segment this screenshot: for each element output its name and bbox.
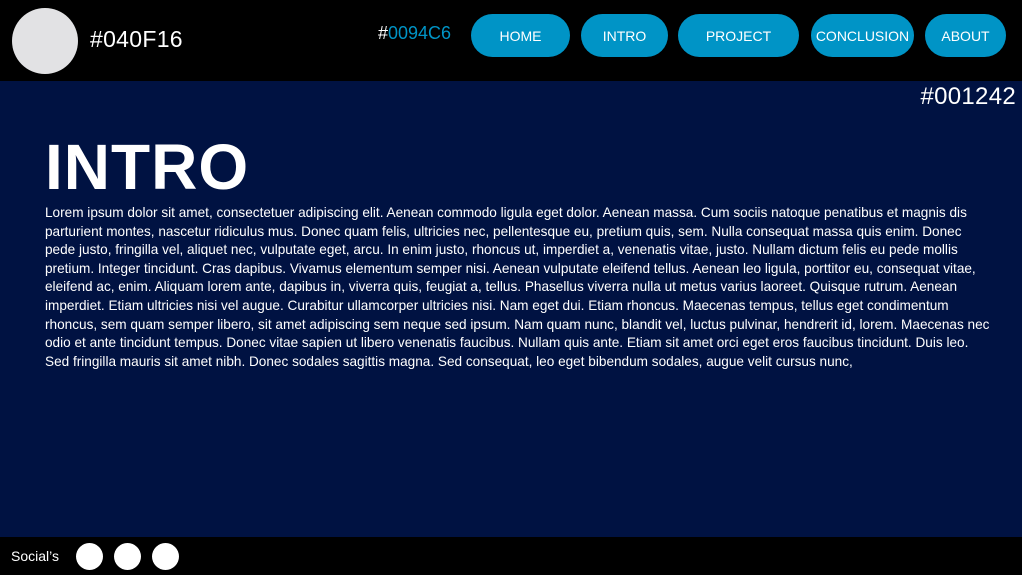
socials-label: Social’s — [11, 548, 59, 564]
intro-paragraph: Lorem ipsum dolor sit amet, consectetuer… — [45, 205, 990, 369]
nav-about-button[interactable]: ABOUT — [925, 14, 1006, 57]
nav-intro-button[interactable]: INTRO — [581, 14, 668, 57]
site-header: #040F16 #0094C6 HOME INTRO PROJECT CONCL… — [0, 0, 1022, 81]
nav-conclusion-button[interactable]: CONCLUSION — [811, 14, 914, 57]
social-icon-3[interactable] — [152, 543, 179, 570]
accent-color-label: #0094C6 — [378, 23, 451, 44]
main-content: #001242 INTRO Lorem ipsum dolor sit amet… — [0, 81, 1022, 537]
accent-value: 0094C6 — [388, 23, 452, 43]
social-icon-2[interactable] — [114, 543, 141, 570]
nav-project-button[interactable]: PROJECT — [678, 14, 799, 57]
nav-home-button[interactable]: HOME — [471, 14, 570, 57]
logo-circle[interactable] — [12, 8, 78, 74]
site-footer: Social’s — [0, 537, 1022, 575]
social-icon-1[interactable] — [76, 543, 103, 570]
brand-color-label: #040F16 — [90, 26, 183, 52]
main-color-label: #001242 — [920, 83, 1016, 110]
page-title: INTRO — [45, 131, 250, 203]
accent-hash: # — [378, 23, 389, 43]
